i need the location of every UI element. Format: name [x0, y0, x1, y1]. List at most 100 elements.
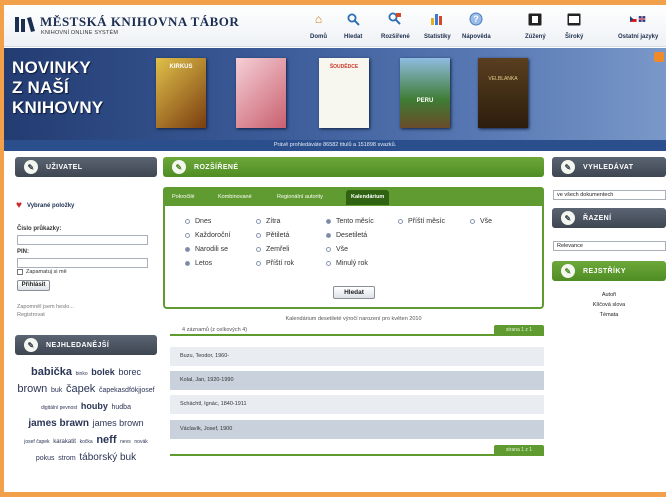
- nav-narrow-layout[interactable]: Zúžený: [525, 11, 546, 40]
- calendar-option-label: Pětiletá: [266, 232, 290, 239]
- popular-heading-label: NEJHLEDANĚJŠÍ: [46, 341, 110, 349]
- svg-text:?: ?: [474, 14, 480, 24]
- advanced-section-icon: ✎: [172, 160, 186, 174]
- radio-dot: [256, 261, 261, 266]
- tag-link[interactable]: buk: [51, 387, 62, 394]
- tag-link[interactable]: borec: [118, 367, 141, 377]
- book-cover[interactable]: ŠOUDĚDCE: [319, 58, 369, 128]
- calendar-option-label: Narodili se: [195, 246, 229, 253]
- register-topics-link[interactable]: Témata: [552, 312, 666, 318]
- calendar-option-radio[interactable]: Dnes: [185, 218, 211, 225]
- calendar-option-radio[interactable]: Příští měsíc: [398, 218, 445, 225]
- tab-calendar[interactable]: Kalendárium: [346, 190, 390, 205]
- advanced-heading: ✎ ROZŠÍŘENÉ: [163, 157, 544, 177]
- tag-link[interactable]: strom: [58, 455, 76, 462]
- calendar-option-radio[interactable]: Každoroční: [185, 232, 230, 239]
- library-logo-icon[interactable]: [14, 15, 36, 33]
- remember-me-checkbox[interactable]: Zapamatuj si mě: [17, 269, 67, 275]
- search-scope-select[interactable]: ve všech dokumentech: [553, 190, 666, 200]
- register-authors-link[interactable]: Autoři: [552, 292, 666, 298]
- calendar-option-radio[interactable]: Tento měsíc: [326, 218, 374, 225]
- registers-heading: ✎ REJSTŘÍKY: [552, 261, 666, 281]
- tag-link[interactable]: neff: [96, 434, 116, 446]
- register-keywords-link[interactable]: Klíčová slova: [552, 302, 666, 308]
- banner-title-line: NOVINKY: [12, 58, 91, 77]
- tab-regional-authorities[interactable]: Regionální autority: [272, 190, 328, 205]
- tag-link[interactable]: táborský buk: [79, 452, 136, 463]
- tag-link[interactable]: čapekasdfökjjosef: [99, 387, 155, 394]
- tag-link[interactable]: james brawn: [28, 418, 89, 429]
- calendar-option-radio[interactable]: Pětiletá: [256, 232, 289, 239]
- tag-link[interactable]: josef čapek: [24, 439, 49, 445]
- result-row[interactable]: Schächtl, Ignác, 1840-1911: [170, 395, 544, 414]
- language-flags-icon: [630, 11, 646, 27]
- card-number-input[interactable]: [17, 235, 148, 245]
- calendar-option-label: Tento měsíc: [336, 218, 374, 225]
- tag-link[interactable]: pokus: [36, 455, 55, 462]
- tag-link[interactable]: babička: [31, 366, 72, 378]
- favorites-link[interactable]: ♥ Vybrané položky: [16, 200, 74, 211]
- result-row[interactable]: Václavík, Josef, 1900: [170, 420, 544, 439]
- calendar-option-radio[interactable]: Desetiletá: [326, 232, 367, 239]
- result-row[interactable]: Kolal, Jan, 1920-1990: [170, 371, 544, 390]
- tag-link[interactable]: brown: [17, 383, 47, 395]
- nav-advanced[interactable]: Rozšířené: [381, 11, 410, 40]
- result-row[interactable]: Buzu, Teodor, 1960-: [170, 347, 544, 366]
- calendar-option-radio[interactable]: Zemřeli: [256, 246, 289, 253]
- calendar-option-label: Zemřeli: [266, 246, 290, 253]
- pin-input[interactable]: [17, 258, 148, 268]
- nav-other-languages[interactable]: Ostatní jazyky: [618, 11, 658, 40]
- calendar-option-radio[interactable]: Narodili se: [185, 246, 228, 253]
- radio-dot: [256, 247, 261, 252]
- forgot-password-link[interactable]: Zapomněl jsem heslo...: [17, 304, 74, 310]
- calendar-option-radio[interactable]: Vše: [470, 218, 492, 225]
- page-navigation[interactable]: strana 1 z 1: [494, 325, 544, 336]
- tag-link[interactable]: nevs: [120, 439, 131, 445]
- tab-advanced[interactable]: Pokročilé: [167, 190, 200, 205]
- tag-link[interactable]: houby: [81, 401, 108, 411]
- book-cover[interactable]: VELBLANKA: [478, 58, 528, 128]
- site-subtitle: KNIHOVNÍ ONLINE SYSTÉM: [41, 30, 119, 36]
- sort-heading: ✎ ŘAZENÍ: [552, 208, 666, 228]
- tag-link[interactable]: james brown: [93, 418, 144, 428]
- help-icon: ?: [468, 11, 484, 27]
- browser-page: MĚSTSKÁ KNIHOVNA TÁBOR KNIHOVNÍ ONLINE S…: [4, 5, 666, 492]
- register-link[interactable]: Registrovat: [17, 312, 45, 318]
- search-section-icon: ✎: [561, 160, 575, 174]
- tag-link[interactable]: hudba: [112, 404, 131, 411]
- rss-icon[interactable]: [654, 52, 664, 62]
- radio-dot: [326, 219, 331, 224]
- site-title[interactable]: MĚSTSKÁ KNIHOVNA TÁBOR: [40, 14, 239, 30]
- tag-link[interactable]: karakatit: [53, 439, 76, 445]
- nav-help[interactable]: ? Nápověda: [462, 11, 491, 40]
- book-cover[interactable]: [236, 58, 286, 128]
- tag-link[interactable]: binko: [76, 371, 88, 377]
- calendar-option-radio[interactable]: Příští rok: [256, 260, 294, 267]
- sort-select[interactable]: Relevance: [553, 241, 666, 251]
- book-cover[interactable]: KIRKUS: [156, 58, 206, 128]
- book-cover[interactable]: PERU: [400, 58, 450, 128]
- tag-link[interactable]: bolek: [91, 367, 115, 377]
- page-navigation[interactable]: strana 1 z 1: [494, 445, 544, 456]
- nav-wide-layout[interactable]: Široký: [565, 11, 583, 40]
- calendar-option-radio[interactable]: Letos: [185, 260, 212, 267]
- tab-combined[interactable]: Kombinované: [213, 190, 257, 205]
- nav-search[interactable]: Hledat: [344, 11, 362, 40]
- tag-link[interactable]: digitální pevnost: [41, 405, 77, 411]
- tag-link[interactable]: novák: [134, 439, 147, 445]
- login-button[interactable]: Přihlásit: [17, 280, 50, 291]
- search-button[interactable]: Hledat: [333, 286, 375, 299]
- calendar-option-radio[interactable]: Vše: [326, 246, 348, 253]
- user-heading: ✎ UŽIVATEL: [15, 157, 157, 177]
- nav-home[interactable]: ⌂ Domů: [310, 11, 327, 40]
- nav-label: Ostatní jazyky: [618, 34, 659, 40]
- calendar-option-radio[interactable]: Minulý rok: [326, 260, 368, 267]
- banner-title-line: Z NAŠÍ: [12, 78, 69, 97]
- tag-link[interactable]: kočka: [80, 439, 93, 445]
- registers-heading-label: REJSTŘÍKY: [583, 267, 626, 275]
- tag-link[interactable]: čapek: [66, 383, 95, 395]
- nav-statistics[interactable]: Statistiky: [424, 11, 451, 40]
- calendar-option-radio[interactable]: Zítra: [256, 218, 280, 225]
- radio-dot: [398, 219, 403, 224]
- nav-label: Nápověda: [462, 34, 491, 40]
